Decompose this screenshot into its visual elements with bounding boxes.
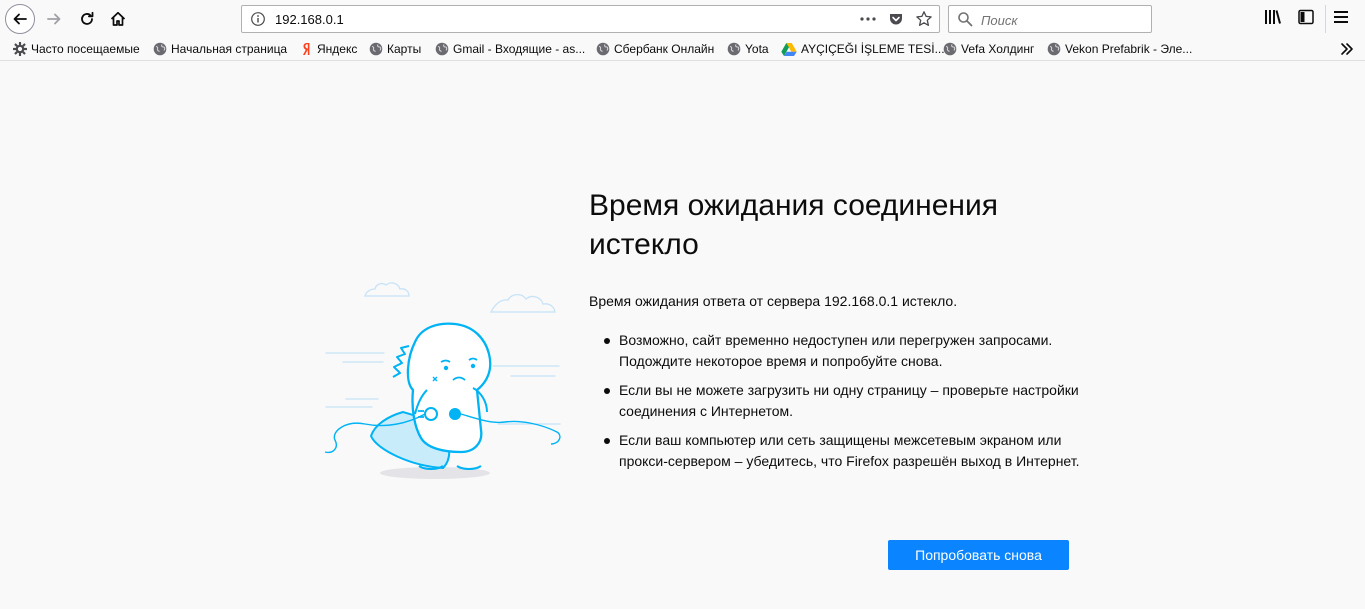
globe-icon xyxy=(943,42,957,56)
address-bar[interactable]: 192.168.0.1 xyxy=(241,5,940,33)
globe-icon xyxy=(727,42,741,56)
globe-icon xyxy=(435,42,449,56)
bookmark-item[interactable]: Vefa Холдинг xyxy=(943,41,1034,57)
bookmarks-toolbar: Часто посещаемые Начальная страница Янде… xyxy=(0,38,1365,61)
forward-button[interactable] xyxy=(40,5,68,33)
bookmark-label: Gmail - Входящие - as... xyxy=(453,42,586,56)
home-button[interactable] xyxy=(104,5,132,33)
navigation-toolbar: 192.168.0.1 Поиск xyxy=(0,0,1365,38)
drive-icon xyxy=(781,42,797,56)
globe-icon xyxy=(1047,42,1061,56)
suggestion-item: Если вы не можете загрузить ни одну стра… xyxy=(604,380,1089,422)
bookmark-item[interactable]: Карты xyxy=(369,41,421,57)
bookmark-label: Vekon Prefabrik - Эле... xyxy=(1065,42,1193,56)
dino-illustration xyxy=(323,280,563,490)
bookmark-label: AYÇIÇEĞI İŞLEME TESİ... xyxy=(801,42,945,56)
bookmark-item[interactable]: Часто посещаемые xyxy=(13,41,140,57)
bookmark-item[interactable]: Vekon Prefabrik - Эле... xyxy=(1047,41,1192,57)
search-field[interactable]: Поиск xyxy=(948,5,1152,33)
reload-button[interactable] xyxy=(73,5,101,33)
bookmark-item[interactable]: Yota xyxy=(727,41,769,57)
url-text[interactable]: 192.168.0.1 xyxy=(275,12,344,27)
sidebar-icon[interactable] xyxy=(1298,9,1314,30)
bookmark-item[interactable]: Gmail - Входящие - as... xyxy=(435,41,585,57)
error-title: Время ожидания соединения истекло xyxy=(589,189,998,261)
globe-icon xyxy=(153,42,167,56)
bookmark-item[interactable]: Яндекс xyxy=(301,41,357,57)
bookmark-label: Vefa Холдинг xyxy=(961,42,1035,56)
bookmark-star-icon[interactable] xyxy=(915,10,933,33)
bookmark-item[interactable]: Начальная страница xyxy=(153,41,287,57)
back-arrow-icon xyxy=(13,13,27,25)
error-description: Время ожидания ответа от сервера 192.168… xyxy=(589,293,958,309)
forward-arrow-icon xyxy=(47,13,61,25)
back-button[interactable] xyxy=(5,4,35,34)
reload-icon xyxy=(81,11,94,25)
bookmark-label: Часто посещаемые xyxy=(31,42,140,56)
bookmark-item[interactable]: AYÇIÇEĞI İŞLEME TESİ... xyxy=(781,41,945,57)
page-actions-icon[interactable] xyxy=(859,11,877,32)
suggestion-item: Возможно, сайт временно недоступен или п… xyxy=(604,330,1089,372)
bookmark-label: Yota xyxy=(745,42,769,56)
globe-icon xyxy=(596,42,610,56)
toolbar-divider xyxy=(1325,5,1326,33)
site-info-icon[interactable] xyxy=(250,11,266,32)
search-placeholder: Поиск xyxy=(981,13,1018,28)
hamburger-menu-icon[interactable] xyxy=(1333,9,1349,30)
gear-icon xyxy=(13,42,27,56)
bookmark-label: Начальная страница xyxy=(171,42,288,56)
bookmark-label: Карты xyxy=(387,42,422,56)
search-icon xyxy=(957,11,973,32)
bookmark-label: Сбербанк Онлайн xyxy=(614,42,715,56)
globe-icon xyxy=(369,42,383,56)
yandex-icon xyxy=(301,42,313,56)
error-suggestions: Возможно, сайт временно недоступен или п… xyxy=(604,330,1089,480)
home-icon xyxy=(110,11,126,26)
try-again-button[interactable]: Попробовать снова xyxy=(888,540,1069,570)
library-icon[interactable] xyxy=(1264,9,1282,30)
suggestion-item: Если ваш компьютер или сеть защищены меж… xyxy=(604,430,1089,472)
chevron-right-icon[interactable] xyxy=(1339,41,1355,62)
bookmark-label: Яндекс xyxy=(317,42,358,56)
pocket-icon[interactable] xyxy=(888,11,904,32)
bookmark-item[interactable]: Сбербанк Онлайн xyxy=(596,41,714,57)
